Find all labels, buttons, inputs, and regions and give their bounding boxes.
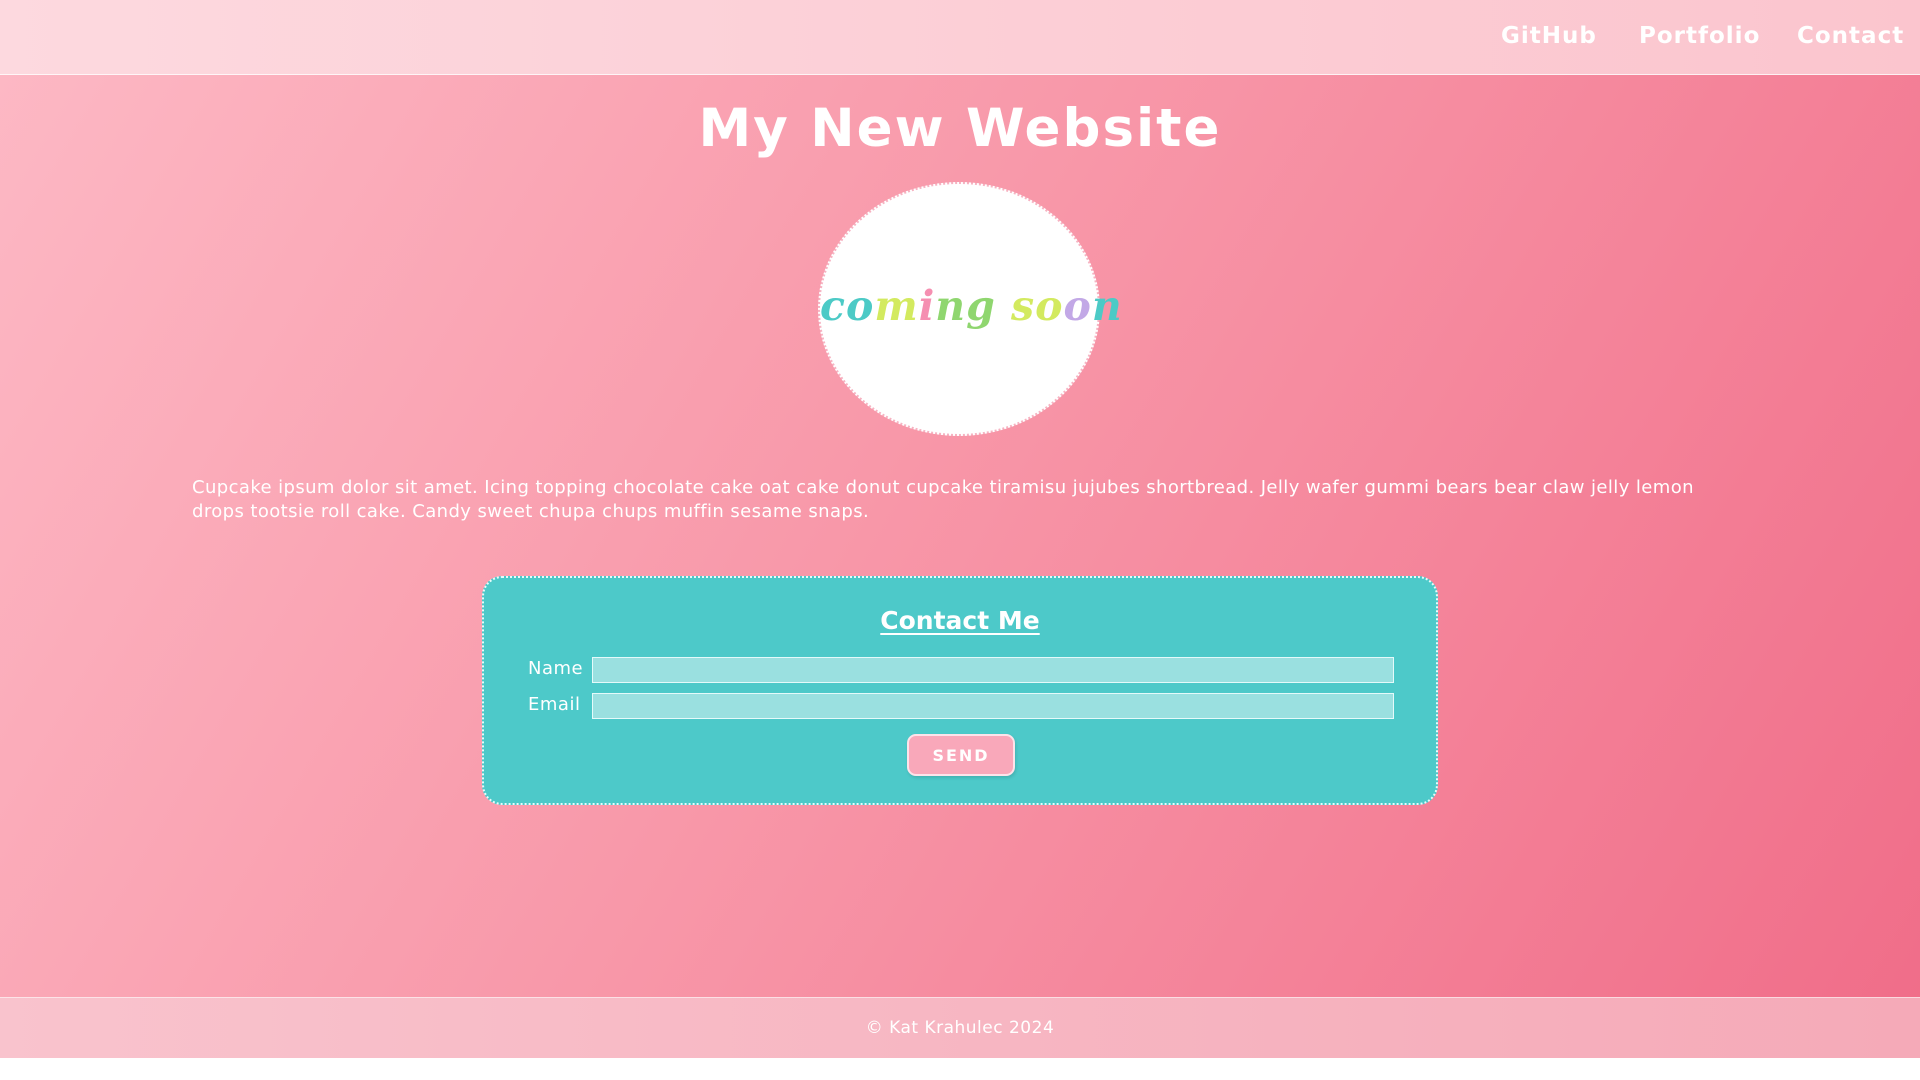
- coming-soon-text-part: o: [1063, 282, 1092, 330]
- contact-form-card: Contact Me Name Email SEND: [482, 576, 1438, 805]
- email-input[interactable]: [592, 693, 1394, 719]
- coming-soon-text-part: so: [995, 282, 1064, 330]
- name-input[interactable]: [592, 657, 1394, 683]
- page-title: My New Website: [698, 98, 1222, 159]
- nav-link-portfolio[interactable]: Portfolio: [1639, 23, 1760, 49]
- coming-soon-badge: coming soon: [818, 182, 1122, 436]
- coming-soon-text-part: ng: [935, 282, 996, 330]
- email-label: Email: [528, 694, 581, 715]
- name-label: Name: [528, 658, 584, 679]
- coming-soon-text-part: n: [1091, 282, 1123, 330]
- intro-paragraph: Cupcake ipsum dolor sit amet. Icing topp…: [192, 477, 1694, 522]
- coming-soon-text-part: i: [918, 282, 936, 330]
- coming-soon-text-part: m: [874, 282, 919, 330]
- nav-link-github[interactable]: GitHub: [1501, 23, 1597, 49]
- coming-soon-text-part: co: [820, 282, 875, 330]
- coming-soon-text: coming soon: [820, 282, 1122, 330]
- send-button[interactable]: SEND: [907, 734, 1015, 776]
- footer: © Kat Krahulec 2024: [0, 997, 1920, 1059]
- nav-link-contact[interactable]: Contact: [1797, 23, 1904, 49]
- footer-copyright: © Kat Krahulec 2024: [865, 1018, 1055, 1038]
- bottom-strip: [0, 1058, 1920, 1080]
- top-navbar: GitHub Portfolio Contact: [0, 0, 1920, 75]
- contact-heading: Contact Me: [880, 606, 1040, 635]
